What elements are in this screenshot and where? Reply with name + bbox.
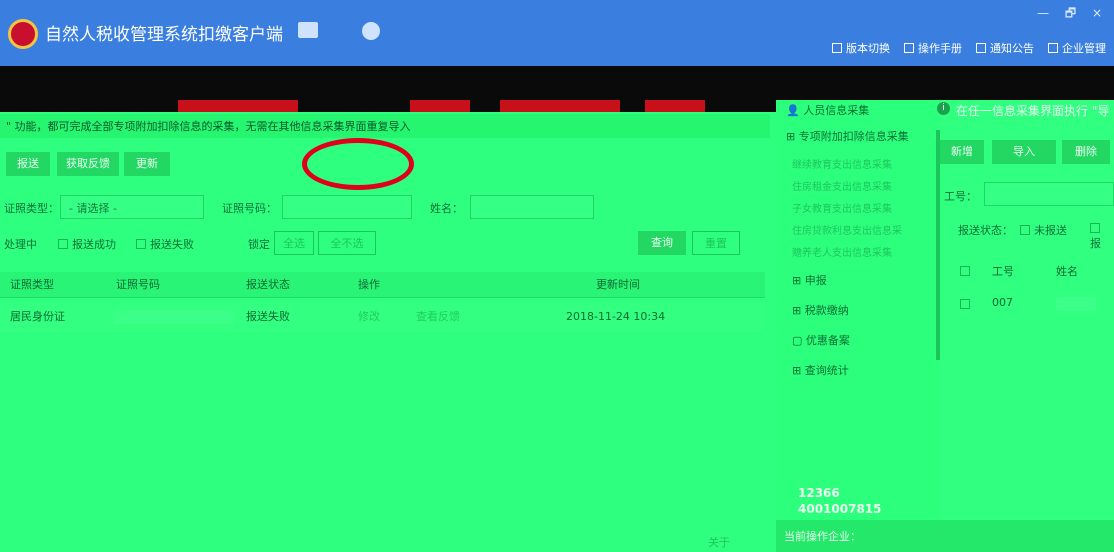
edit-link[interactable]: 修改 — [358, 304, 380, 330]
checkbox-icon — [136, 239, 146, 249]
checkbox-icon — [58, 239, 68, 249]
lock-label: 锁定 — [248, 238, 270, 251]
coin-icon[interactable] — [362, 22, 380, 40]
grid-col-name: 姓名 — [1056, 265, 1078, 278]
select-all-checkbox-icon[interactable] — [960, 266, 970, 276]
checkbox-icon — [1090, 223, 1100, 233]
col-id-number: 证照号码 — [116, 278, 160, 291]
render-glitch-band — [0, 66, 1114, 100]
user-icon: 👤 — [786, 104, 804, 117]
deselect-all-button[interactable]: 全不选 — [318, 231, 376, 255]
not-submitted-checkbox[interactable]: 未报送 — [1020, 222, 1067, 238]
document-icon — [832, 43, 842, 53]
row-checkbox-icon[interactable] — [960, 299, 970, 309]
id-number-label: 证照号码： — [222, 202, 277, 215]
top-links: 版本切换 操作手册 通知公告 企业管理 — [832, 40, 1106, 56]
mail-icon — [976, 43, 986, 53]
col-updated: 更新时间 — [596, 278, 640, 291]
masked-id-number — [114, 310, 234, 324]
delete-button[interactable]: 删除 — [1062, 140, 1110, 164]
add-button[interactable]: 新增 — [940, 140, 984, 164]
sidebar-item-person-info[interactable]: 👤 人员信息采集 — [786, 102, 948, 118]
info-icon: i — [937, 102, 950, 115]
emp-no-input[interactable] — [984, 182, 1114, 206]
window-controls[interactable]: — 🗗 × — [1037, 4, 1108, 25]
col-status: 报送状态 — [246, 278, 290, 291]
cell-id-type: 居民身份证 — [10, 310, 65, 323]
wallet-icon[interactable] — [298, 22, 318, 38]
grid-icon: ⊞ — [786, 130, 799, 143]
name-input[interactable] — [470, 195, 594, 219]
failed-checkbox[interactable]: 报送失败 — [136, 236, 194, 252]
tax-emblem-logo — [8, 19, 38, 49]
grid-cell-emp-no: 007 — [992, 296, 1013, 309]
building-icon — [1048, 43, 1058, 53]
highlight-circle — [302, 138, 414, 190]
info-text: 在任一信息采集界面执行 "导 — [956, 104, 1110, 118]
hotline-2: 4001007815 — [798, 502, 882, 516]
grid-icon: ⊞ — [792, 364, 805, 377]
cell-updated: 2018-11-24 10:34 — [566, 310, 666, 323]
emp-no-label: 工号： — [944, 190, 977, 203]
id-number-input[interactable] — [282, 195, 412, 219]
query-button[interactable]: 查询 — [638, 231, 686, 255]
submitted-checkbox[interactable]: 报 — [1090, 222, 1114, 251]
processing-checkbox[interactable]: 处理中 — [4, 236, 37, 252]
cell-status: 报送失败 — [246, 310, 290, 323]
sidebar-item-tax-payment[interactable]: ⊞ 税款缴纳 — [792, 302, 954, 318]
grid-header: 工号 姓名 — [952, 256, 1114, 288]
sidebar-item-declare[interactable]: ⊞ 申报 — [792, 272, 954, 288]
grid-row[interactable]: 007 — [952, 290, 1114, 320]
manual-link[interactable]: 操作手册 — [904, 40, 962, 56]
status-bar: 当前操作企业： — [776, 520, 1114, 552]
glitch-red-block — [178, 100, 298, 112]
sub-item-children[interactable]: 子女教育支出信息采集 — [792, 200, 892, 215]
glitch-red-block — [410, 100, 470, 112]
square-icon: ▢ — [792, 334, 806, 347]
sub-item-elderly[interactable]: 赡养老人支出信息采集 — [792, 244, 892, 259]
status-label: 报送状态： — [958, 224, 1013, 237]
id-type-select[interactable]: - 请选择 - — [60, 195, 204, 219]
sidebar-item-statistics[interactable]: ⊞ 查询统计 — [792, 362, 954, 378]
notice-bar: " 功能，都可完成全部专项附加扣除信息的采集，无需在其他信息采集界面重复导入 — [0, 114, 770, 138]
grid-icon: ⊞ — [792, 304, 805, 317]
success-checkbox[interactable]: 报送成功 — [58, 236, 116, 252]
masked-name — [1056, 297, 1096, 311]
document-icon — [904, 43, 914, 53]
sidebar-item-special-deduction[interactable]: ⊞ 专项附加扣除信息采集 — [786, 128, 948, 144]
close-link[interactable]: 关于 — [708, 530, 730, 552]
app-title: 自然人税收管理系统扣缴客户端 — [45, 25, 283, 45]
submit-button[interactable]: 报送 — [6, 152, 50, 176]
update-button[interactable]: 更新 — [124, 152, 170, 176]
get-feedback-button[interactable]: 获取反馈 — [57, 152, 119, 176]
glitch-red-block — [500, 100, 620, 112]
reset-button[interactable]: 重置 — [692, 231, 740, 255]
table-row[interactable]: 居民身份证 报送失败 修改 查看反馈 2018-11-24 10:34 — [0, 302, 765, 332]
sub-item-education[interactable]: 继续教育支出信息采集 — [792, 156, 892, 171]
sidebar-item-preferential[interactable]: ▢ 优惠备案 — [792, 332, 954, 348]
import-button[interactable]: 导入 — [992, 140, 1056, 164]
sub-item-rent[interactable]: 住房租金支出信息采集 — [792, 178, 892, 193]
sub-item-mortgage[interactable]: 住房贷款利息支出信息采 — [792, 222, 902, 237]
glitch-red-block — [645, 100, 705, 112]
col-id-type: 证照类型 — [10, 278, 54, 291]
view-feedback-link[interactable]: 查看反馈 — [416, 304, 460, 330]
select-all-button[interactable]: 全选 — [274, 231, 314, 255]
grid-icon: ⊞ — [792, 274, 805, 287]
name-label: 姓名： — [430, 202, 463, 215]
col-actions: 操作 — [358, 278, 380, 291]
version-switch-link[interactable]: 版本切换 — [832, 40, 890, 56]
title-bar: 自然人税收管理系统扣缴客户端 — 🗗 × 版本切换 操作手册 通知公告 企业管理 — [0, 0, 1114, 66]
notice-link[interactable]: 通知公告 — [976, 40, 1034, 56]
grid-col-emp-no: 工号 — [992, 265, 1014, 278]
checkbox-icon — [1020, 225, 1030, 235]
id-type-label: 证照类型： — [4, 202, 59, 215]
hotline-1: 12366 — [798, 486, 840, 500]
current-company-label: 当前操作企业： — [784, 530, 861, 543]
company-manage-link[interactable]: 企业管理 — [1048, 40, 1106, 56]
table-header: 证照类型 证照号码 报送状态 操作 更新时间 — [0, 272, 765, 298]
sidebar: 👤 人员信息采集 ⊞ 专项附加扣除信息采集 继续教育支出信息采集 住房租金支出信… — [776, 100, 938, 552]
